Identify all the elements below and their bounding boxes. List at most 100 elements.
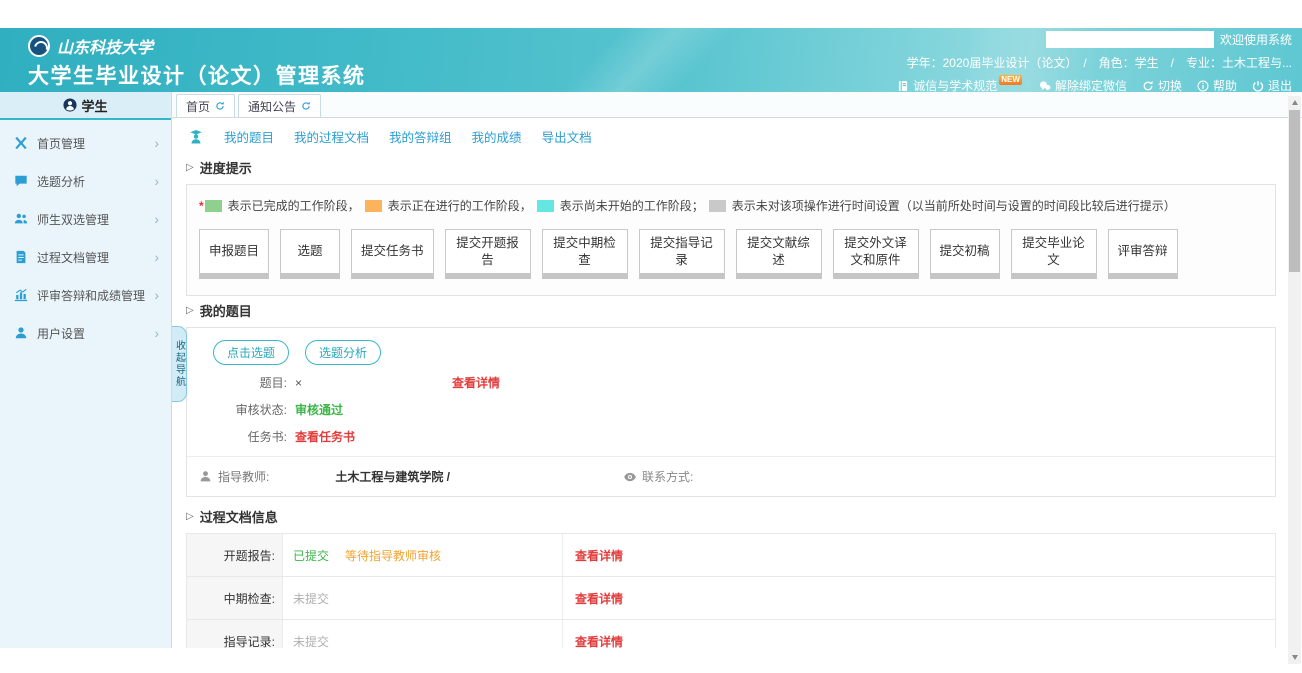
topic-analysis-button[interactable]: 选题分析 — [305, 340, 381, 365]
task-book-link[interactable]: 查看任务书 — [295, 428, 355, 445]
redacted-topic-box — [302, 376, 452, 390]
legend-text: 表示正在进行的工作阶段， — [388, 197, 532, 214]
contact-info: 联系方式: — [623, 468, 693, 485]
header-right: 欢迎使用系统 学年：2020届毕业设计（论文） / 角色：学生 / 专业：土木工… — [897, 31, 1292, 94]
progress-step-box: 提交外文译文和原件 — [833, 229, 919, 279]
chevron-right-icon: › — [154, 174, 159, 188]
app-window: 山东科技大学 大学生毕业设计（论文）管理系统 欢迎使用系统 学年：2020届毕业… — [0, 0, 1302, 673]
menu-item-label: 首页管理 — [37, 135, 85, 152]
page-tab[interactable]: 通知公告 — [238, 94, 321, 117]
document-status-cell: 已提交 等待指导教师审核 — [283, 534, 563, 576]
documents-table: 开题报告: 已提交 等待指导教师审核 查看详情 中期检查: 未提交 — [186, 533, 1276, 648]
document-row: 指导记录: 未提交 查看详情 — [187, 620, 1275, 648]
topic-detail-link[interactable]: 查看详情 — [452, 374, 500, 391]
topic-buttons-row: 点击选题 选题分析 — [187, 336, 1275, 369]
legend-item: * 表示已完成的工作阶段， — [199, 197, 360, 214]
legend-color-swatch — [537, 200, 554, 212]
document-detail-link[interactable]: 查看详情 — [575, 590, 623, 607]
scroll-down-arrow[interactable] — [1288, 651, 1301, 664]
topic-section-title: 我的题目 — [200, 301, 252, 320]
refresh-icon — [1142, 80, 1154, 92]
document-detail-link[interactable]: 查看详情 — [575, 633, 623, 649]
chevron-right-icon: › — [154, 212, 159, 226]
scroll-up-arrow[interactable] — [1288, 96, 1301, 109]
redacted-username-box — [1046, 31, 1214, 48]
page-tab[interactable]: 首页 — [176, 94, 235, 117]
legend-text: 表示未对该项操作进行时间设置（以当前所处时间与设置的时间段比较后进行提示） — [732, 197, 1176, 214]
progress-steps: 申报题目 选题 提交任务书 提交开题报告 提交中期检查 提交指导记录 提交文献综… — [199, 229, 1263, 279]
welcome-line: 欢迎使用系统 — [897, 31, 1292, 48]
eye-icon — [623, 472, 637, 482]
progress-step-box: 提交文献综述 — [736, 229, 822, 279]
sidebar-menu-item[interactable]: 过程文档管理 › — [0, 238, 171, 276]
review-status-label: 审核状态: — [187, 401, 287, 418]
scrollbar-thumb[interactable] — [1289, 110, 1300, 272]
topic-section-header: ▷ 我的题目 — [186, 301, 1288, 320]
document-detail-cell: 查看详情 — [563, 534, 1275, 576]
quick-nav-link[interactable]: 我的过程文档 — [294, 127, 369, 146]
tab-refresh-icon[interactable] — [301, 101, 311, 111]
quick-nav-link[interactable]: 导出文档 — [542, 127, 592, 146]
session-info-line: 学年：2020届毕业设计（论文） / 角色：学生 / 专业：土木工程与... — [897, 54, 1292, 71]
advisor-row: 指导教师: 土木工程与建筑学院 / 联系方式: — [187, 456, 1275, 496]
documents-section-header: ▷ 过程文档信息 — [186, 507, 1288, 526]
wechat-icon — [1039, 80, 1051, 92]
section-arrow-icon: ▷ — [186, 305, 194, 316]
collapse-nav-handle[interactable]: 收起导航 — [172, 326, 187, 402]
header-links: 诚信与学术规范 NEW 解除绑定微信 切换 帮助 退出 — [897, 77, 1292, 94]
progress-step-box: 提交开题报告 — [445, 229, 531, 279]
document-detail-link[interactable]: 查看详情 — [575, 547, 623, 564]
sidebar-role-header: 学生 — [0, 92, 171, 120]
topic-label: 题目: — [187, 374, 287, 391]
page-tab-label: 首页 — [186, 98, 210, 115]
logout-link[interactable]: 退出 — [1252, 77, 1292, 94]
legend-item: 表示正在进行的工作阶段， — [364, 197, 532, 214]
document-label: 中期检查: — [187, 577, 283, 619]
book-icon — [897, 80, 909, 92]
tab-refresh-icon[interactable] — [215, 101, 225, 111]
menu-item-icon — [14, 136, 28, 150]
legend-text: 表示尚未开始的工作阶段； — [560, 197, 704, 214]
university-logo-icon — [28, 35, 50, 57]
menu-item-label: 过程文档管理 — [37, 249, 109, 266]
quick-nav-link[interactable]: 我的答辩组 — [389, 127, 452, 146]
sidebar-menu-item[interactable]: 师生双选管理 › — [0, 200, 171, 238]
sidebar-menu-item[interactable]: 选题分析 › — [0, 162, 171, 200]
legend-text: 表示已完成的工作阶段， — [228, 197, 360, 214]
choose-topic-button[interactable]: 点击选题 — [213, 340, 289, 365]
progress-step-box: 选题 — [280, 229, 340, 279]
quick-nav-row: 我的题目 我的过程文档 我的答辩组 我的成绩 导出文档 — [186, 118, 1288, 153]
section-arrow-icon: ▷ — [186, 511, 194, 522]
document-status: 未提交 — [293, 590, 329, 607]
my-topic-box: 点击选题 选题分析 题目: × 查看详情 审核状态: 审核通过 任务书: 查看任… — [186, 327, 1276, 497]
progress-section-header: ▷ 进度提示 — [186, 158, 1288, 177]
sidebar-menu-item[interactable]: 首页管理 › — [0, 124, 171, 162]
legend-color-swatch — [205, 200, 222, 212]
vertical-scrollbar[interactable] — [1288, 96, 1301, 664]
sidebar-menu-item[interactable]: 评审答辩和成绩管理 › — [0, 276, 171, 314]
progress-step-box: 提交毕业论文 — [1011, 229, 1097, 279]
sidebar-menu-item[interactable]: 用户设置 › — [0, 314, 171, 352]
role-user-icon — [63, 98, 77, 112]
new-badge: NEW — [999, 75, 1022, 85]
document-detail-cell: 查看详情 — [563, 620, 1275, 648]
unbind-wechat-link[interactable]: 解除绑定微信 — [1039, 77, 1127, 94]
integrity-link[interactable]: 诚信与学术规范 NEW — [897, 77, 1024, 94]
required-asterisk: * — [199, 199, 204, 213]
power-icon — [1252, 80, 1264, 92]
topic-field-row: 题目: × 查看详情 — [187, 369, 1275, 396]
help-link[interactable]: 帮助 — [1197, 77, 1237, 94]
graduate-icon — [188, 129, 204, 145]
quick-nav-link[interactable]: 我的成绩 — [472, 127, 522, 146]
info-icon — [1197, 80, 1209, 92]
switch-role-link[interactable]: 切换 — [1142, 77, 1182, 94]
task-book-label: 任务书: — [187, 428, 287, 445]
quick-nav-link[interactable]: 我的题目 — [224, 127, 274, 146]
session-info: 学年：2020届毕业设计（论文） / 角色：学生 / 专业：土木工程与... — [907, 54, 1292, 71]
page-tabbar: 首页 通知公告 — [172, 92, 1302, 118]
main-content: 我的题目 我的过程文档 我的答辩组 我的成绩 导出文档 ▷ 进度提示 * — [172, 118, 1288, 648]
document-detail-cell: 查看详情 — [563, 577, 1275, 619]
role-label: 学生 — [81, 96, 107, 115]
legend-item: 表示尚未开始的工作阶段； — [536, 197, 704, 214]
page-tab-label: 通知公告 — [248, 98, 296, 115]
